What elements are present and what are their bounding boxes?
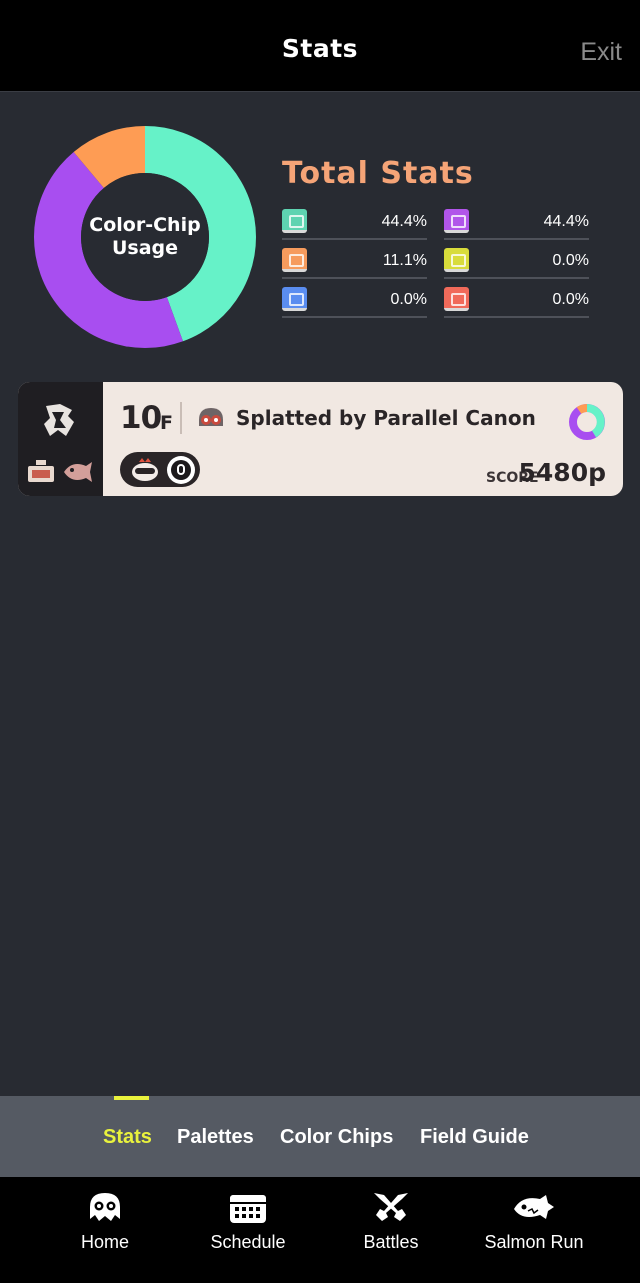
floor-unit: F — [160, 412, 173, 434]
bottom-navigation: Home Schedule Battles Salmon Run — [0, 1177, 640, 1283]
color-chip-usage-chart: Color-Chip Usage — [34, 126, 256, 348]
octoling-icon — [132, 458, 158, 481]
salmon-icon — [514, 1195, 554, 1219]
tab-stats[interactable]: Stats — [103, 1126, 152, 1149]
card-loadout-panel — [18, 382, 103, 496]
calendar-icon — [230, 1195, 266, 1223]
stat-cell-teal: 44.4% — [282, 201, 427, 240]
orange-chip-icon — [282, 248, 307, 272]
active-tab-indicator — [114, 1096, 149, 1100]
run-usage-mini-chart — [569, 403, 605, 440]
nav-schedule[interactable]: Schedule — [168, 1177, 328, 1283]
donut-center-label: Color-Chip Usage — [34, 126, 256, 348]
nav-home-label: Home — [80, 1232, 129, 1252]
score-value: 5480p — [518, 458, 606, 487]
fish-sub-icon — [64, 462, 92, 482]
weapon-emblem-icon — [44, 404, 74, 436]
crossed-weapons-icon — [374, 1193, 408, 1221]
tab-field-guide[interactable]: Field Guide — [420, 1126, 529, 1149]
enemy-goggles-icon — [199, 408, 223, 426]
hacks-pill — [120, 452, 200, 487]
top-bar: Stats Exit — [0, 0, 640, 92]
stat-cell-orange: 11.1% — [282, 240, 427, 279]
nav-salmon-run[interactable]: Salmon Run — [454, 1177, 614, 1283]
run-result-card[interactable]: 10 F Splatted by Parallel Canon SCORE 54… — [18, 382, 623, 496]
stat-value: 0.0% — [390, 291, 427, 308]
stat-value: 0.0% — [552, 252, 589, 269]
exit-button[interactable]: Exit — [580, 38, 622, 67]
donut-label-line1: Color-Chip — [89, 214, 201, 236]
red-chip-icon — [444, 287, 469, 311]
result-text: Splatted by Parallel Canon — [236, 406, 536, 430]
tab-color-chips[interactable]: Color Chips — [280, 1126, 393, 1149]
nav-schedule-label: Schedule — [210, 1232, 286, 1252]
tab-palettes[interactable]: Palettes — [177, 1126, 254, 1149]
stat-value: 44.4% — [543, 213, 589, 230]
purple-chip-icon — [444, 209, 469, 233]
nav-battles-label: Battles — [363, 1232, 419, 1252]
blue-chip-icon — [282, 287, 307, 311]
bucket-weapon-icon — [28, 460, 54, 482]
stat-value: 44.4% — [381, 213, 427, 230]
section-tabs: Stats Palettes Color Chips Field Guide — [0, 1096, 640, 1177]
nav-salmon-run-label: Salmon Run — [484, 1232, 584, 1252]
nav-home[interactable]: Home — [25, 1177, 185, 1283]
stat-cell-purple: 44.4% — [444, 201, 589, 240]
floor-divider — [180, 402, 182, 434]
page-title: Stats — [281, 34, 359, 63]
donut-label-line2: Usage — [111, 237, 179, 259]
stat-cell-red: 0.0% — [444, 279, 589, 318]
teal-chip-icon — [282, 209, 307, 233]
stats-screen: Stats Exit Color-Chip Usage Total Stats … — [0, 0, 640, 1283]
stat-value: 0.0% — [552, 291, 589, 308]
stat-cell-blue: 0.0% — [282, 279, 427, 318]
floor-number: 10 — [120, 400, 162, 436]
yellow-chip-icon — [444, 248, 469, 272]
squid-icon — [90, 1193, 120, 1221]
nav-battles[interactable]: Battles — [311, 1177, 471, 1283]
clock-badge-icon — [167, 456, 195, 484]
total-stats-title: Total Stats — [282, 156, 474, 191]
stat-cell-yellow: 0.0% — [444, 240, 589, 279]
stat-value: 11.1% — [382, 252, 427, 269]
